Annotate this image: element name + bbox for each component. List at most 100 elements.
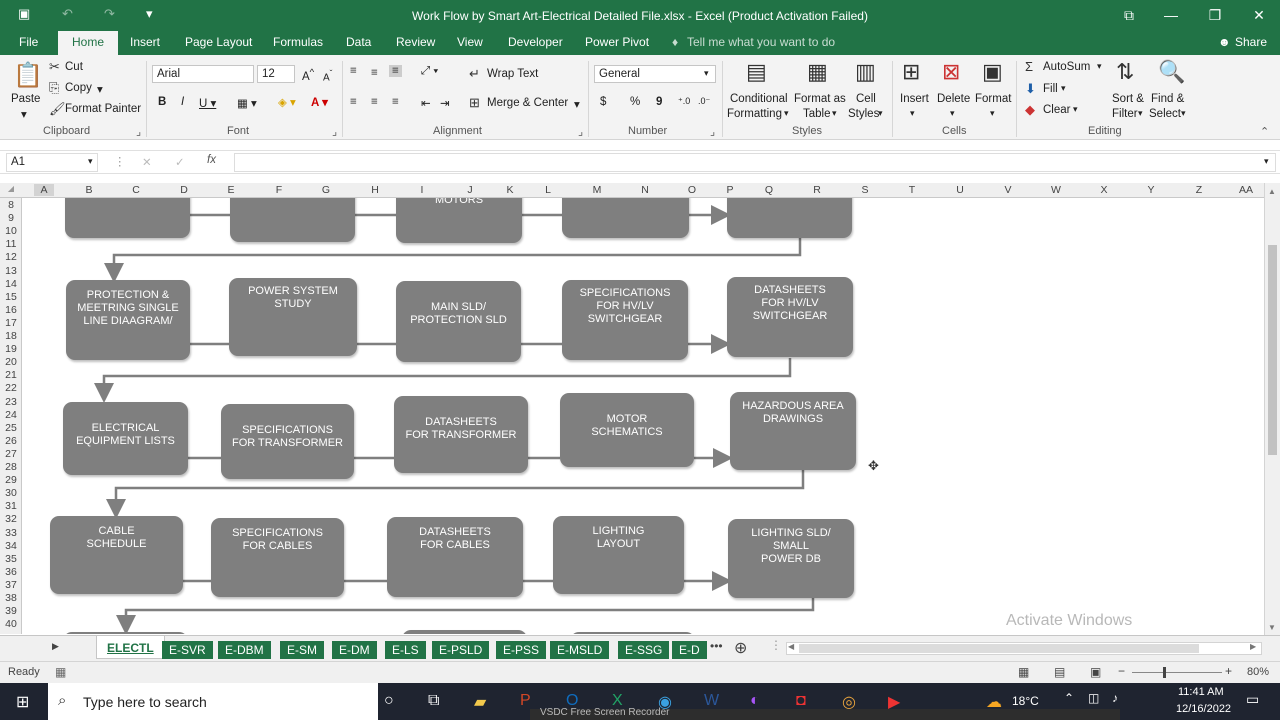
flow-node[interactable]: POWER SYSTEM STUDY	[229, 278, 357, 356]
prev-sheet-icon[interactable]: ▶	[52, 641, 59, 652]
row-header[interactable]: 15	[0, 291, 22, 303]
format-as-table-button-line2[interactable]: Table	[803, 108, 831, 120]
zoom-level[interactable]: 80%	[1247, 666, 1269, 678]
sheet-tab-e-d[interactable]: E-D	[672, 641, 707, 659]
autosum-icon[interactable]: Σ	[1025, 59, 1033, 74]
minimize-button[interactable]: —	[1156, 4, 1186, 26]
increase-indent-icon[interactable]: ⇥	[440, 96, 450, 110]
borders-icon[interactable]: ▦ ▾	[237, 96, 257, 110]
copy-button[interactable]: Copy	[65, 82, 92, 94]
row-header[interactable]: 20	[0, 356, 22, 368]
flow-node[interactable]	[65, 198, 190, 238]
column-header[interactable]: N	[635, 184, 655, 196]
column-header[interactable]: Z	[1189, 184, 1209, 196]
column-header[interactable]: M	[587, 184, 607, 196]
cell-styles-icon[interactable]: ▥	[855, 59, 876, 85]
flow-node[interactable]	[402, 630, 527, 634]
notifications-icon[interactable]: ▭	[1246, 691, 1259, 708]
cell-styles-dropdown-icon[interactable]: ▾	[878, 108, 883, 119]
normal-view-icon[interactable]: ▦	[1018, 665, 1029, 679]
tab-data[interactable]: Data	[346, 35, 371, 49]
column-header[interactable]: F	[269, 184, 289, 196]
worksheet-grid[interactable]: MOTORS PROTECTION & MEETRING SINGLE LINE…	[22, 198, 1260, 634]
network-icon[interactable]: ◫	[1088, 691, 1099, 705]
tab-review[interactable]: Review	[396, 35, 435, 49]
expand-formula-bar-icon[interactable]: ▾	[1264, 156, 1269, 167]
flow-node[interactable]: MAIN SLD/ PROTECTION SLD	[396, 281, 521, 362]
sheet-tab-e-svr[interactable]: E-SVR	[162, 641, 213, 659]
insert-function-button[interactable]: fx	[207, 154, 216, 166]
font-size-input[interactable]: 12	[257, 65, 295, 83]
row-header[interactable]: 29	[0, 474, 22, 486]
vertical-scrollbar[interactable]: ▲ ▼	[1264, 183, 1280, 635]
currency-button[interactable]: $	[600, 96, 606, 108]
word-icon[interactable]: W	[704, 692, 719, 710]
tab-home[interactable]: Home	[58, 31, 119, 56]
tab-view[interactable]: View	[457, 35, 483, 49]
cut-button[interactable]: Cut	[65, 61, 83, 73]
row-header[interactable]: 18	[0, 330, 22, 342]
flow-node[interactable]: DATASHEETS FOR TRANSFORMER	[394, 396, 528, 473]
find-select-button[interactable]: Find &	[1151, 93, 1184, 105]
confirm-entry-icon[interactable]: ✓	[175, 155, 185, 169]
insert-cells-button[interactable]: Insert	[900, 93, 929, 105]
row-header[interactable]: 21	[0, 369, 22, 381]
row-header[interactable]: 32	[0, 513, 22, 525]
row-header[interactable]: 16	[0, 304, 22, 316]
column-header[interactable]: AA	[1236, 184, 1256, 196]
horizontal-scrollbar[interactable]	[786, 642, 1262, 655]
sort-filter-dropdown-icon[interactable]: ▾	[1138, 108, 1143, 119]
conditional-formatting-button[interactable]: Conditional	[730, 93, 788, 105]
row-header[interactable]: 14	[0, 278, 22, 290]
row-header[interactable]: 12	[0, 251, 22, 263]
format-cells-button[interactable]: Format	[975, 93, 1011, 105]
column-header[interactable]: A	[34, 184, 54, 196]
paste-button[interactable]: Paste	[11, 93, 40, 105]
flow-node[interactable]: MOTOR SCHEMATICS	[560, 393, 694, 467]
paste-dropdown-icon[interactable]: ▾	[21, 107, 27, 121]
conditional-formatting-button-line2[interactable]: Formatting	[727, 108, 782, 120]
underline-button[interactable]: U ▾	[199, 96, 216, 110]
zoom-in-icon[interactable]: +	[1225, 664, 1232, 678]
percent-button[interactable]: %	[630, 96, 640, 108]
format-cells-dropdown-icon[interactable]: ▾	[990, 108, 995, 119]
column-header[interactable]: G	[316, 184, 336, 196]
flow-node[interactable]	[727, 198, 852, 238]
column-header[interactable]: K	[500, 184, 520, 196]
file-explorer-icon[interactable]: ▰	[474, 692, 486, 712]
weather-temp[interactable]: 18°C	[1012, 694, 1039, 708]
flow-node[interactable]	[230, 198, 355, 242]
sheet-tab-e-dm[interactable]: E-DM	[332, 641, 377, 659]
row-header[interactable]: 10	[0, 225, 22, 237]
flow-node[interactable]: DATASHEETS FOR HV/LV SWITCHGEAR	[727, 277, 853, 357]
find-select-icon[interactable]: 🔍	[1158, 59, 1185, 85]
align-top-icon[interactable]: ≡	[350, 65, 357, 77]
close-button[interactable]: ✕	[1244, 4, 1274, 26]
volume-icon[interactable]: ♪	[1112, 691, 1118, 705]
wrap-text-icon[interactable]: ↵	[469, 66, 480, 82]
column-header[interactable]: Q	[759, 184, 779, 196]
windows-start-icon[interactable]: ⊞	[16, 692, 29, 712]
flow-node[interactable]: SPECIFICATIONS FOR CABLES	[211, 518, 344, 597]
sheet-tab-e-msld[interactable]: E-MSLD	[550, 641, 610, 659]
number-format-dropdown-icon[interactable]: ▾	[704, 68, 709, 79]
bold-button[interactable]: B	[158, 96, 166, 108]
sheet-tab-electl[interactable]: ELECTL	[96, 636, 165, 659]
sheet-tab-e-pss[interactable]: E-PSS	[496, 641, 547, 659]
tab-split-icon[interactable]: ⋮	[770, 638, 782, 652]
row-header[interactable]: 38	[0, 592, 22, 604]
cell-styles-button-line2[interactable]: Styles	[848, 108, 879, 120]
flow-node[interactable]	[562, 198, 689, 238]
tab-page-layout[interactable]: Page Layout	[185, 35, 252, 49]
scroll-up-icon[interactable]: ▲	[1268, 187, 1276, 196]
page-break-view-icon[interactable]: ▣	[1090, 665, 1101, 679]
row-header[interactable]: 37	[0, 579, 22, 591]
page-layout-view-icon[interactable]: ▤	[1054, 665, 1065, 679]
share-button[interactable]: Share	[1235, 35, 1267, 49]
tab-file[interactable]: File	[19, 35, 38, 49]
task-view-icon[interactable]: ⧉	[428, 692, 439, 710]
row-header[interactable]: 26	[0, 435, 22, 447]
format-as-table-dropdown-icon[interactable]: ▾	[832, 108, 837, 119]
column-header[interactable]: W	[1046, 184, 1066, 196]
sheet-tab-e-ls[interactable]: E-LS	[385, 641, 426, 659]
